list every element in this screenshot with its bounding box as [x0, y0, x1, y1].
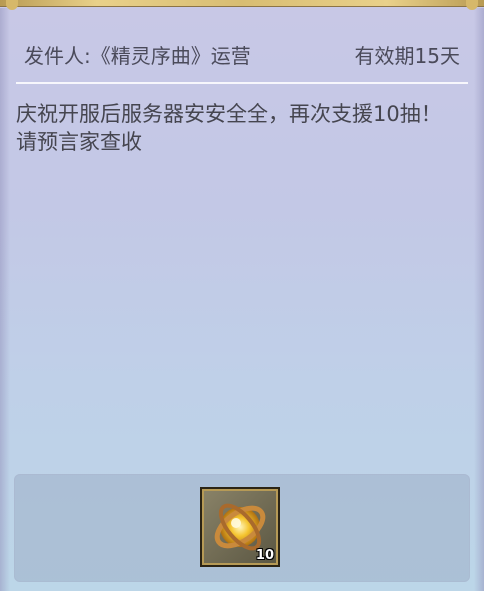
mail-header: 发件人:《精灵序曲》运营 有效期15天	[24, 40, 460, 68]
frame-edge-left	[0, 8, 10, 591]
panel-top-border	[0, 0, 484, 7]
mail-body: 庆祝开服后服务器安安全全，再次支援10抽！请预言家查收	[16, 102, 442, 154]
header-divider	[16, 82, 468, 84]
reward-item[interactable]: 10	[200, 487, 280, 567]
mail-validity: 有效期15天	[354, 43, 460, 68]
mail-sender: 发件人:《精灵序曲》运营	[24, 43, 251, 68]
mail-detail-panel: 发件人:《精灵序曲》运营 有效期15天 庆祝开服后服务器安安全全，再次支援10抽…	[0, 0, 484, 591]
frame-edge-right	[474, 8, 484, 591]
reward-count: 10	[255, 548, 274, 563]
